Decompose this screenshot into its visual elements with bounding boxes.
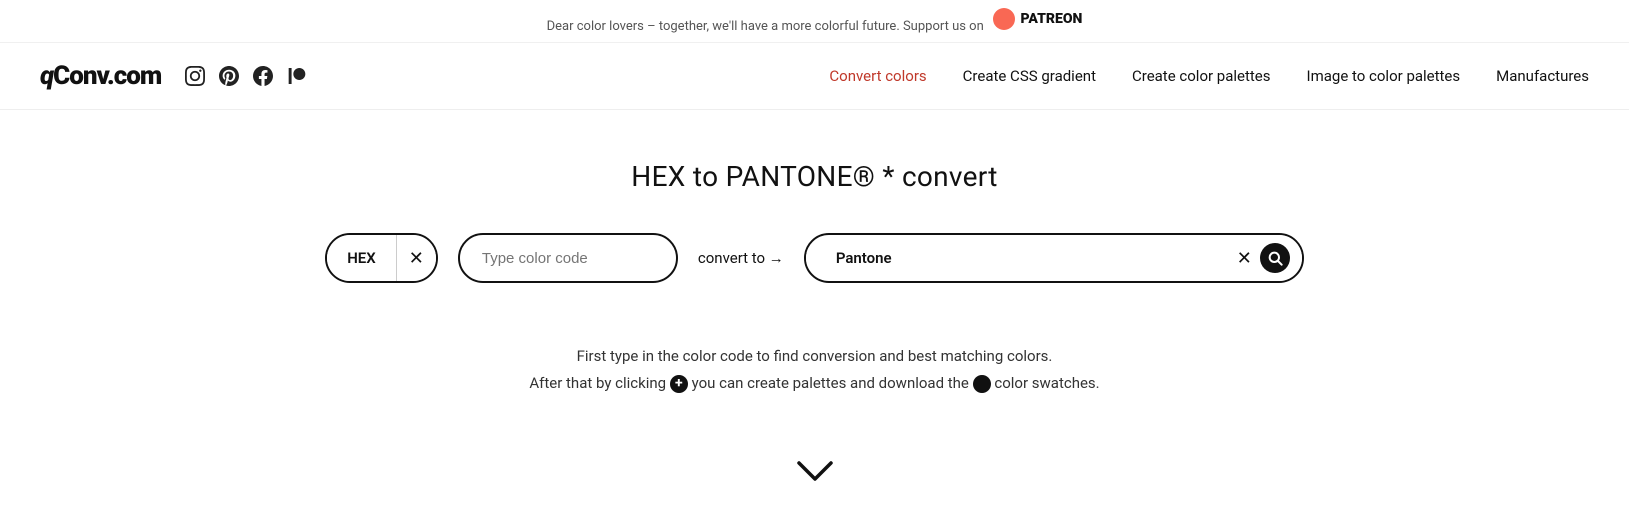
color-code-input[interactable] — [458, 233, 678, 283]
page-title: HEX to PANTONE® * convert — [631, 160, 997, 193]
add-palette-icon — [670, 375, 688, 393]
nav-manufactures[interactable]: Manufactures — [1496, 67, 1589, 85]
chevron-down-icon — [797, 461, 833, 483]
hex-input-group: HEX ✕ — [325, 233, 438, 283]
nav-create-color-palettes[interactable]: Create color palettes — [1132, 67, 1271, 85]
helper-line2: After that by clicking you can create pa… — [529, 370, 1099, 397]
scroll-down-chevron[interactable] — [797, 457, 833, 490]
facebook-icon[interactable] — [253, 66, 273, 86]
nav-links: Convert colors Create CSS gradient Creat… — [829, 67, 1589, 85]
patreon-small-icon[interactable] — [287, 66, 307, 86]
patreon-link[interactable]: PATREON — [993, 8, 1082, 30]
header: qConv.com Convert colors Create CSS grad… — [0, 43, 1629, 110]
pantone-output-group: Pantone ✕ — [804, 233, 1304, 283]
output-actions: ✕ — [1225, 235, 1302, 281]
nav-image-to-color-palettes[interactable]: Image to color palettes — [1307, 67, 1461, 85]
pantone-label: Pantone — [806, 249, 1225, 267]
top-banner: Dear color lovers – together, we'll have… — [0, 0, 1629, 43]
instagram-icon[interactable] — [185, 66, 205, 86]
hex-label: HEX — [327, 235, 397, 281]
download-icon — [973, 375, 991, 393]
logo-area: qConv.com — [40, 61, 307, 91]
social-icons — [185, 66, 307, 86]
search-button[interactable] — [1260, 243, 1290, 273]
patreon-logo-icon — [993, 8, 1015, 30]
pinterest-icon[interactable] — [219, 66, 239, 86]
search-icon — [1267, 250, 1283, 266]
helper-line2-start: After that by clicking — [529, 374, 666, 392]
logo-q: q — [40, 61, 53, 91]
logo-rest: Conv.com — [53, 61, 161, 91]
helper-section: First type in the color code to find con… — [529, 343, 1099, 397]
helper-line2-mid: you can create palettes and download the — [692, 374, 969, 392]
converter-row: HEX ✕ convert to → Pantone ✕ — [325, 233, 1304, 283]
main-content: HEX to PANTONE® * convert HEX ✕ convert … — [0, 110, 1629, 490]
convert-to-label: convert to → — [698, 249, 784, 267]
site-logo[interactable]: qConv.com — [40, 61, 161, 91]
banner-text: Dear color lovers – together, we'll have… — [547, 19, 984, 34]
output-clear-button[interactable]: ✕ — [1237, 248, 1252, 269]
hex-clear-button[interactable]: ✕ — [397, 235, 436, 281]
helper-line2-last: color swatches. — [994, 374, 1099, 392]
nav-create-css-gradient[interactable]: Create CSS gradient — [963, 67, 1096, 85]
helper-line1: First type in the color code to find con… — [529, 343, 1099, 370]
patreon-label: PATREON — [1020, 11, 1082, 27]
nav-convert-colors[interactable]: Convert colors — [829, 67, 926, 85]
